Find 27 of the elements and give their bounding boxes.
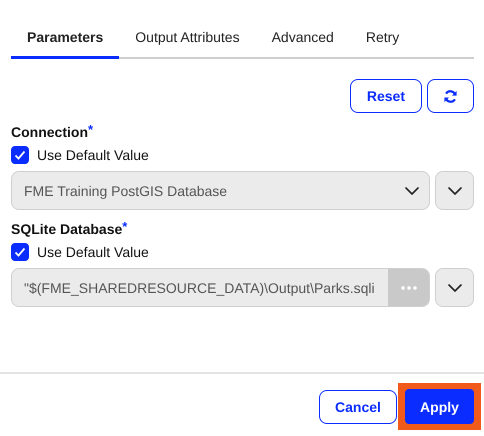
tab[interactable]: Parameters	[11, 18, 120, 59]
required-mark: *	[88, 123, 94, 137]
chevron-down-icon	[405, 186, 419, 194]
check-icon	[14, 246, 26, 258]
tab[interactable]: Retry	[350, 18, 416, 59]
required-mark: *	[122, 220, 128, 234]
refresh-icon	[443, 88, 458, 104]
check-icon	[14, 149, 26, 161]
more-icon	[400, 286, 416, 290]
input-field[interactable]: "$(FME_SHAREDRESOURCE_DATA)\Output\Parks.sqli	[11, 268, 430, 307]
dropdown-field[interactable]: FME Training PostGIS Database	[11, 171, 430, 210]
chevron-down-icon	[448, 284, 462, 292]
options-button[interactable]	[435, 171, 474, 210]
field-label: Connection	[11, 123, 88, 141]
tab[interactable]: Advanced	[256, 18, 350, 59]
refresh-button[interactable]	[427, 79, 474, 113]
checkbox[interactable]	[11, 146, 29, 164]
apply-button[interactable]: Apply	[405, 389, 474, 424]
reset-button[interactable]: Reset	[350, 79, 422, 113]
checkbox-label: Use Default Value	[37, 244, 149, 260]
checkbox[interactable]	[11, 243, 29, 261]
options-button[interactable]	[435, 268, 474, 307]
cancel-button[interactable]: Cancel	[319, 390, 397, 424]
checkbox-label: Use Default Value	[37, 147, 149, 163]
field-label: SQLite Database	[11, 220, 122, 238]
chevron-down-icon	[448, 186, 462, 194]
tab[interactable]: Output Attributes	[119, 18, 256, 59]
